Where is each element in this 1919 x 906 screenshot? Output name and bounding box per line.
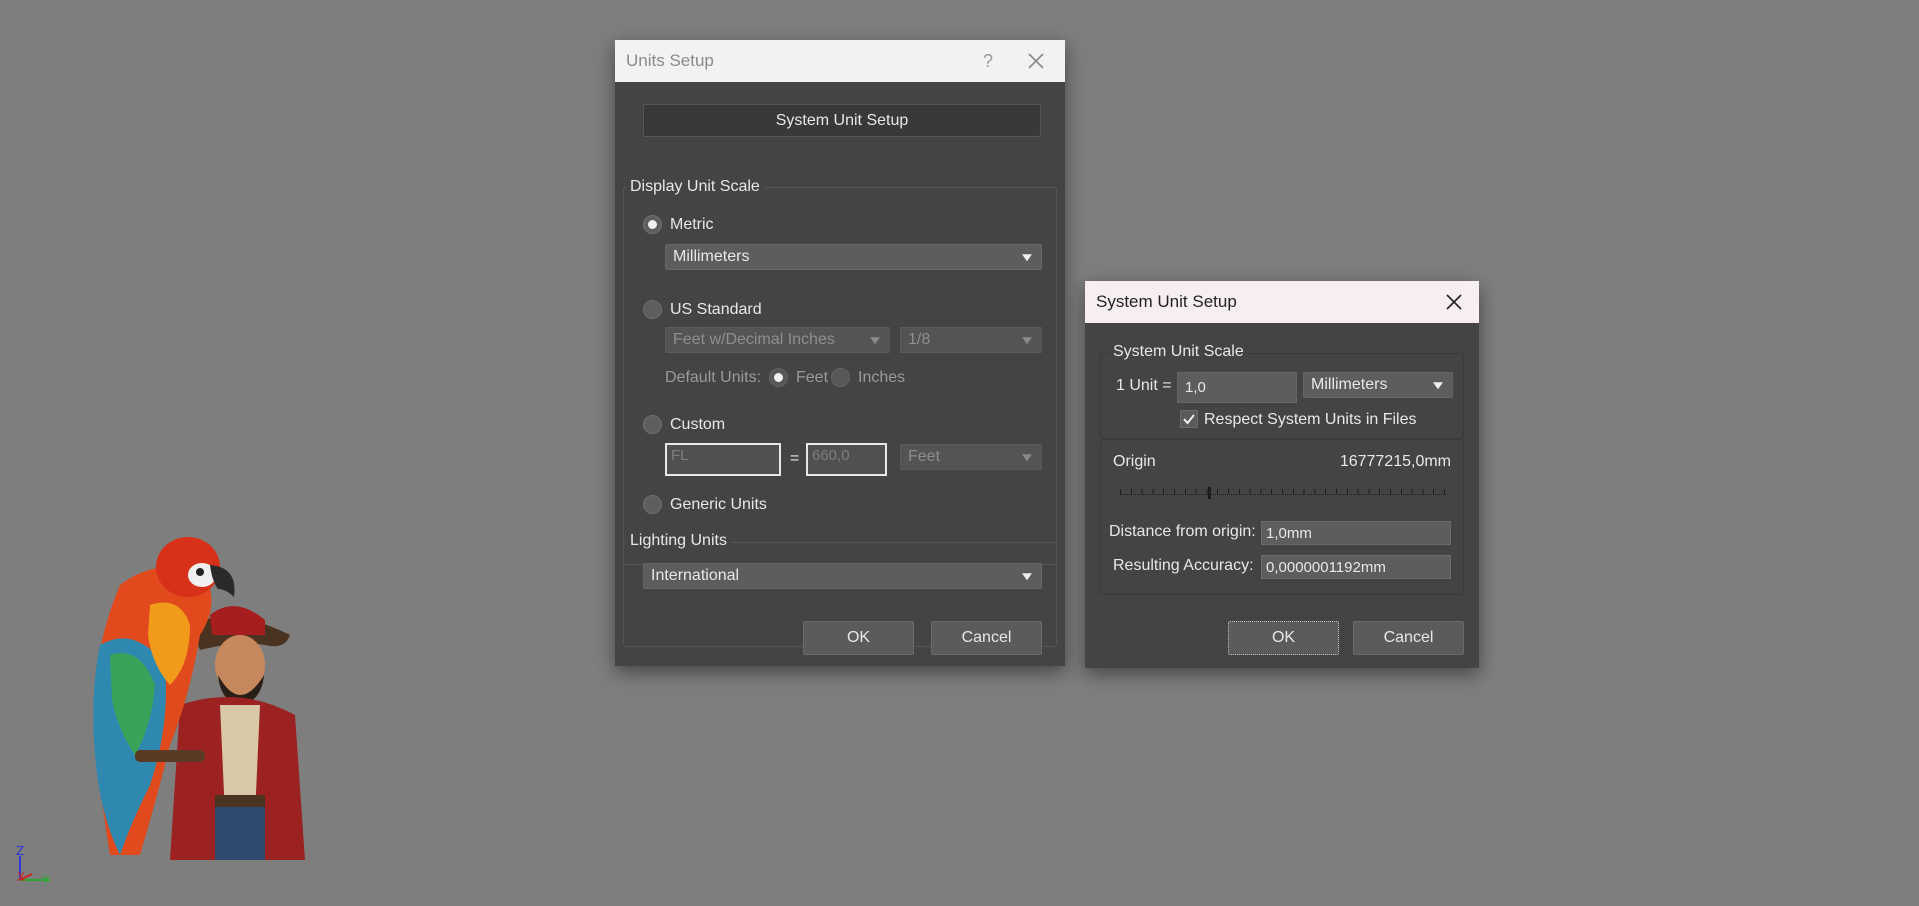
metric-unit-value: Millimeters bbox=[673, 248, 750, 265]
units-setup-titlebar[interactable]: Units Setup ? bbox=[615, 40, 1065, 82]
unit-value-field[interactable]: 1,0 bbox=[1177, 372, 1297, 403]
cancel-button[interactable]: Cancel bbox=[1353, 621, 1464, 655]
system-unit-select[interactable]: Millimeters bbox=[1303, 372, 1453, 398]
slider-ticks bbox=[1120, 489, 1446, 494]
default-units-label: Default Units: bbox=[665, 369, 762, 386]
lighting-units-value: International bbox=[651, 567, 740, 584]
system-unit-setup-titlebar[interactable]: System Unit Setup bbox=[1085, 281, 1479, 323]
generic-units-radio[interactable] bbox=[643, 495, 662, 514]
generic-units-label: Generic Units bbox=[670, 496, 767, 513]
lighting-units-label: Lighting Units bbox=[626, 532, 731, 550]
system-unit-value: Millimeters bbox=[1311, 376, 1388, 393]
ok-button[interactable]: OK bbox=[1228, 621, 1339, 655]
ok-button[interactable]: OK bbox=[803, 621, 914, 655]
dialog-title: Units Setup bbox=[626, 51, 714, 70]
system-unit-setup-dialog: System Unit Setup System Unit Scale 1 Un… bbox=[1085, 281, 1479, 668]
help-icon: ? bbox=[982, 50, 993, 71]
metric-radio[interactable] bbox=[643, 215, 662, 234]
axis-z-label: Z bbox=[16, 844, 25, 858]
origin-label: Origin bbox=[1113, 453, 1156, 470]
custom-unit-value: Feet bbox=[908, 448, 941, 465]
system-unit-setup-button[interactable]: System Unit Setup bbox=[643, 104, 1041, 137]
lighting-units-select[interactable]: International bbox=[643, 563, 1042, 589]
default-inches-radio[interactable] bbox=[831, 368, 850, 387]
one-unit-label: 1 Unit = bbox=[1116, 377, 1172, 394]
accuracy-label: Resulting Accuracy: bbox=[1113, 557, 1254, 574]
chevron-down-icon bbox=[1022, 337, 1032, 345]
respect-system-units-checkbox[interactable] bbox=[1180, 410, 1198, 428]
chevron-down-icon bbox=[870, 337, 880, 345]
cancel-button[interactable]: Cancel bbox=[931, 621, 1042, 655]
system-unit-scale-label: System Unit Scale bbox=[1109, 343, 1248, 361]
default-inches-label: Inches bbox=[858, 369, 906, 386]
slider-track bbox=[1120, 494, 1446, 495]
us-unit-value: Feet w/Decimal Inches bbox=[673, 331, 835, 348]
us-fraction-value: 1/8 bbox=[908, 331, 931, 348]
accuracy-value-field[interactable]: 0,0000001192mm bbox=[1261, 555, 1451, 579]
chevron-down-icon bbox=[1022, 454, 1032, 462]
custom-name-field[interactable]: FL bbox=[665, 443, 781, 476]
distance-label: Distance from origin: bbox=[1109, 523, 1256, 540]
axis-tripod: Z X Y bbox=[12, 844, 62, 887]
close-button[interactable] bbox=[1013, 40, 1059, 82]
pirate-parrot-illustration bbox=[93, 537, 305, 860]
default-feet-radio[interactable] bbox=[769, 368, 788, 387]
close-icon bbox=[1028, 53, 1044, 69]
units-setup-dialog: Units Setup ? System Unit Setup Display … bbox=[615, 40, 1065, 666]
custom-radio[interactable] bbox=[643, 415, 662, 434]
us-unit-select[interactable]: Feet w/Decimal Inches bbox=[665, 327, 890, 353]
close-icon bbox=[1446, 294, 1462, 310]
distance-value-field[interactable]: 1,0mm bbox=[1261, 521, 1451, 545]
axis-x-label: X bbox=[17, 870, 26, 884]
checkmark-icon bbox=[1183, 414, 1195, 425]
custom-unit-select[interactable]: Feet bbox=[900, 444, 1042, 470]
metric-unit-select[interactable]: Millimeters bbox=[665, 244, 1042, 270]
origin-value: 16777215,0mm bbox=[1339, 453, 1451, 470]
chevron-down-icon bbox=[1022, 573, 1032, 581]
display-unit-scale-label: Display Unit Scale bbox=[626, 178, 764, 196]
custom-label: Custom bbox=[670, 416, 726, 433]
respect-system-units-label: Respect System Units in Files bbox=[1204, 411, 1417, 428]
axis-y-label: Y bbox=[42, 873, 50, 887]
custom-value-field[interactable]: 660,0 bbox=[806, 443, 887, 476]
default-feet-label: Feet bbox=[796, 369, 829, 386]
origin-slider[interactable] bbox=[1120, 487, 1446, 499]
help-button[interactable]: ? bbox=[965, 40, 1011, 82]
chevron-down-icon bbox=[1022, 254, 1032, 262]
chevron-down-icon bbox=[1433, 382, 1443, 390]
slider-thumb[interactable] bbox=[1208, 487, 1211, 499]
us-fraction-select[interactable]: 1/8 bbox=[900, 327, 1042, 353]
us-standard-label: US Standard bbox=[670, 301, 762, 318]
us-standard-radio[interactable] bbox=[643, 300, 662, 319]
dialog-title: System Unit Setup bbox=[1096, 292, 1237, 311]
custom-equals-label: = bbox=[790, 450, 800, 467]
close-button[interactable] bbox=[1431, 281, 1477, 323]
metric-label: Metric bbox=[670, 216, 714, 233]
